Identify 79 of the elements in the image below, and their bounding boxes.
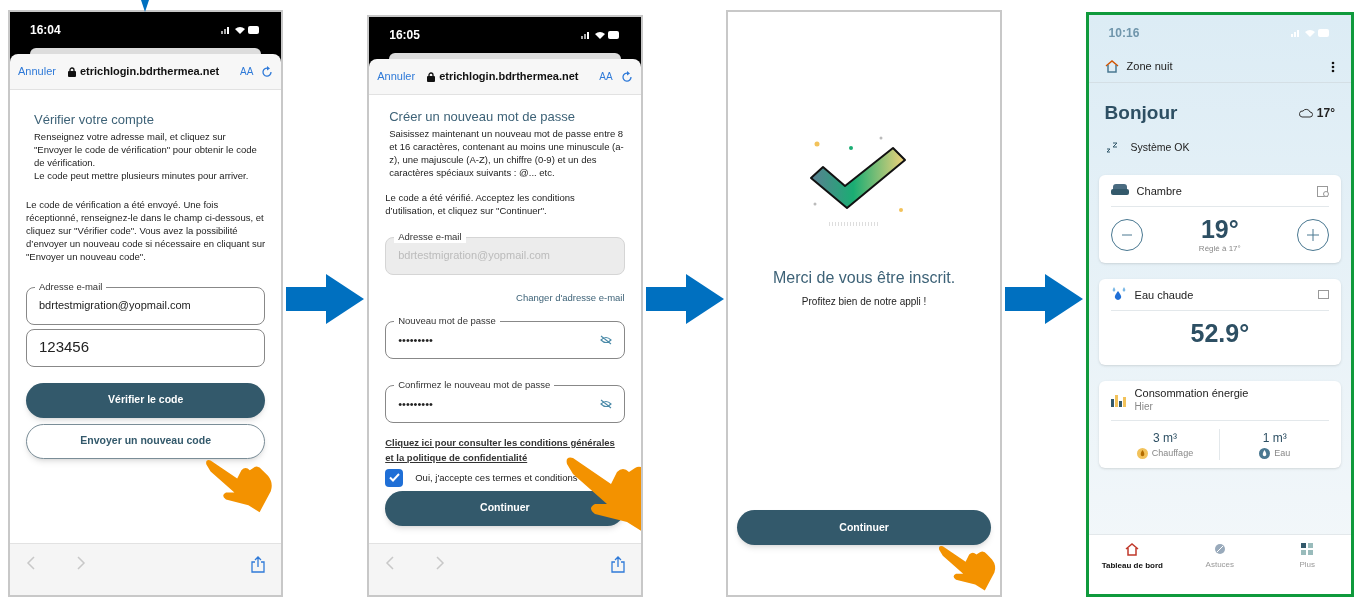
checkmark-icon bbox=[388, 473, 400, 483]
right-arrow-icon bbox=[645, 273, 724, 324]
field-label: Adresse e-mail bbox=[394, 230, 466, 243]
signal-wifi-battery-icon bbox=[221, 25, 262, 35]
primary-button[interactable]: Vérifier le code bbox=[26, 382, 266, 418]
text-field[interactable]: 123456 bbox=[26, 328, 266, 367]
page-title: Vérifier votre compte bbox=[34, 111, 155, 129]
instruction-text: Le code de vérification a été envoyé. Une fois réceptionné, renseignez-le dans le champ ci-dessous, et cliquez sur "Vérifier code". Vous avez la possibilité d’envoyer un nouveau code si nécessaire en cliquant sur "Envoyer un nouveau code". bbox=[26, 197, 266, 263]
armchair-icon bbox=[1110, 184, 1129, 198]
reload-icon[interactable] bbox=[261, 65, 274, 78]
water-name: Eau chaude bbox=[1134, 287, 1195, 303]
right-arrow-icon bbox=[1004, 273, 1083, 324]
url-text: etrichlogin.bdrthermea.net bbox=[79, 64, 221, 80]
room-name: Chambre bbox=[1136, 183, 1183, 199]
system-status: Système OK bbox=[1130, 139, 1190, 155]
energy-label: Chauffage bbox=[1151, 446, 1194, 460]
status-time: 16:05 bbox=[389, 27, 420, 44]
share-icon[interactable] bbox=[251, 556, 266, 573]
setpoint-text: Réglé à 17° bbox=[1198, 243, 1241, 256]
cloud-icon bbox=[1298, 108, 1313, 119]
bar-chart-icon bbox=[1110, 393, 1127, 407]
nav-tab[interactable]: Tableau de bord bbox=[1088, 543, 1177, 594]
field-value: 123456 bbox=[39, 337, 91, 358]
share-icon[interactable] bbox=[610, 556, 625, 573]
page-title: Créer un nouveau mot de passe bbox=[389, 108, 576, 126]
water-drop-icon bbox=[1259, 448, 1271, 459]
status-time: 16:04 bbox=[30, 22, 61, 39]
cancel-button[interactable]: Annuler bbox=[18, 63, 56, 80]
energy-value: 3 m³ bbox=[1152, 429, 1177, 447]
grid-icon bbox=[1301, 543, 1314, 555]
sleep-icon bbox=[1104, 141, 1119, 154]
instruction-text: Renseignez votre adresse mail, et cliquez sur "Envoyer le code de vérification" pour obtenir le code de vérification. Le code peut mettre plusieurs minutes pour arriver. bbox=[34, 129, 258, 182]
field-label: Adresse e-mail bbox=[35, 280, 107, 293]
field-label: Nouveau mot de passe bbox=[394, 314, 500, 327]
field-value: bdrtestmigration@yopmail.com bbox=[39, 298, 192, 314]
continue-button[interactable]: Continuer bbox=[737, 510, 992, 545]
field-label: Confirmez le nouveau mot de passe bbox=[394, 378, 555, 391]
field-value: ••••••••• bbox=[398, 332, 434, 348]
change-email-link[interactable]: Changer d'adresse e-mail bbox=[516, 290, 625, 305]
house-icon bbox=[1125, 543, 1140, 556]
water-drops-icon bbox=[1110, 287, 1127, 303]
energy-value: 1 m³ bbox=[1262, 429, 1287, 447]
zone-name[interactable]: Zone nuit bbox=[1126, 58, 1323, 75]
success-title: Merci de vous être inscrit. bbox=[772, 268, 956, 288]
calendar-clock-icon[interactable] bbox=[1317, 184, 1329, 197]
minus-icon bbox=[1121, 234, 1132, 237]
text-size-button[interactable]: AA bbox=[599, 69, 613, 84]
more-options-icon[interactable] bbox=[1331, 60, 1335, 73]
text-size-button[interactable]: AA bbox=[240, 64, 254, 79]
secondary-button[interactable]: Envoyer un nouveau code bbox=[26, 423, 266, 459]
greeting: Bonjour bbox=[1104, 101, 1179, 125]
energy-label: Eau bbox=[1274, 446, 1291, 460]
house-icon bbox=[1104, 60, 1119, 73]
status-time: 10:16 bbox=[1108, 25, 1140, 42]
hidden-eye-icon[interactable] bbox=[599, 334, 612, 345]
field-value: ••••••••• bbox=[398, 396, 434, 412]
instruction-text: Le code a été vérifié. Acceptez les conditions d’utilisation, et cliquez sur "Continuer". bbox=[385, 190, 576, 217]
water-temperature: 52.9° bbox=[1190, 318, 1250, 350]
lock-icon bbox=[67, 66, 76, 77]
consent-label: Oui, j'accepte ces termes et conditions bbox=[415, 470, 578, 485]
signal-wifi-battery-icon bbox=[1291, 28, 1331, 38]
consent-checkbox[interactable] bbox=[385, 468, 404, 487]
terms-link[interactable]: Cliquez ici pour consulter les conditions générales et la politique de confidentialité bbox=[385, 434, 625, 465]
down-arrow-icon bbox=[138, 0, 152, 12]
url-text: etrichlogin.bdrthermea.net bbox=[439, 69, 580, 85]
energy-title: Consommation énergie bbox=[1134, 386, 1249, 399]
hidden-eye-icon[interactable] bbox=[599, 398, 612, 409]
right-arrow-icon bbox=[286, 273, 365, 324]
room-temperature: 19° bbox=[1200, 215, 1239, 244]
instruction-text: Saisissez maintenant un nouveau mot de passe entre 8 et 16 caractères, contenant au moins une minuscule (a-z), une majuscule (A-Z), un chiffre (0-9) et un des caractères spéciaux suivants : @... etc. bbox=[389, 126, 625, 179]
signal-wifi-battery-icon bbox=[580, 30, 621, 40]
cancel-button[interactable]: Annuler bbox=[377, 68, 416, 85]
plus-icon bbox=[1307, 229, 1319, 242]
flame-icon bbox=[1136, 448, 1148, 459]
success-subtitle: Profitez bien de notre appli ! bbox=[801, 295, 927, 309]
energy-period: Hier bbox=[1134, 399, 1154, 414]
lock-icon bbox=[427, 71, 436, 82]
reload-icon[interactable] bbox=[620, 70, 633, 83]
weather-temperature: 17° bbox=[1316, 105, 1335, 123]
